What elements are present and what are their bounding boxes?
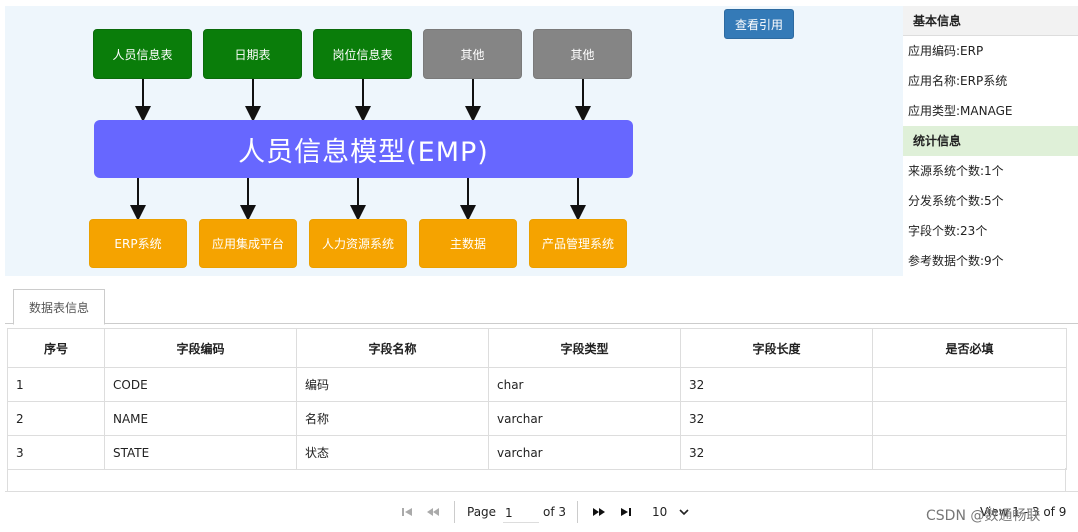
stat-refdata-count: 参考数据个数:9个 (908, 254, 1004, 268)
table-row[interactable]: 1 CODE 编码 char 32 (7, 367, 1067, 402)
table-cell: NAME (104, 401, 297, 436)
table-empty-area (7, 468, 1066, 492)
chevron-down-icon (679, 505, 689, 519)
column-header[interactable]: 字段长度 (680, 328, 873, 368)
table-cell: varchar (488, 435, 681, 470)
page-label: Page (467, 505, 497, 519)
pager: Page of 3 10 (5, 491, 1078, 532)
next-page-icon[interactable] (592, 505, 606, 519)
info-app-code: 应用编码:ERP (908, 44, 984, 58)
column-header[interactable]: 字段名称 (296, 328, 489, 368)
page-size-value: 10 (652, 505, 668, 519)
tab-bar: 数据表信息 (5, 284, 1078, 325)
table-cell: 32 (680, 401, 873, 436)
table-row[interactable]: 3 STATE 状态 varchar 32 (7, 435, 1067, 470)
column-header[interactable]: 字段类型 (488, 328, 681, 368)
table-cell (872, 435, 1067, 470)
table-cell: STATE (104, 435, 297, 470)
pager-divider (454, 501, 455, 523)
target-node-product[interactable]: 产品管理系统 (529, 219, 627, 268)
info-panel: 基本信息 应用编码:ERP 应用名称:ERP系统 应用类型:MANAGE 统计信… (903, 6, 1078, 282)
page-number-input[interactable] (503, 503, 539, 523)
table-cell: char (488, 367, 681, 402)
table-cell: 32 (680, 367, 873, 402)
stat-source-count: 来源系统个数:1个 (908, 164, 1004, 178)
column-header[interactable]: 序号 (7, 328, 105, 368)
first-page-icon[interactable] (400, 505, 414, 519)
info-app-name: 应用名称:ERP系统 (908, 74, 1008, 88)
source-node-date[interactable]: 日期表 (203, 29, 302, 79)
source-node-position[interactable]: 岗位信息表 (313, 29, 412, 79)
table-header-row: 序号 字段编码 字段名称 字段类型 字段长度 是否必填 (7, 328, 1067, 368)
info-app-type: 应用类型:MANAGE (908, 104, 1013, 118)
model-diagram: 人员信息表 日期表 岗位信息表 其他 其他 人员信息模型(EMP) ERP系统 … (5, 6, 903, 276)
prev-page-icon[interactable] (426, 505, 440, 519)
table-cell (872, 401, 1067, 436)
stats-info-header: 统计信息 (903, 126, 1078, 156)
page-size-select[interactable]: 10 (648, 501, 694, 523)
field-table: 序号 字段编码 字段名称 字段类型 字段长度 是否必填 1 CODE 编码 ch… (7, 328, 1067, 470)
table-cell: 32 (680, 435, 873, 470)
tab-table-info[interactable]: 数据表信息 (13, 289, 105, 325)
source-node-personnel[interactable]: 人员信息表 (93, 29, 192, 79)
table-cell: 名称 (296, 401, 489, 436)
table-row[interactable]: 2 NAME 名称 varchar 32 (7, 401, 1067, 436)
source-node-other-2[interactable]: 其他 (533, 29, 632, 79)
table-cell: 状态 (296, 435, 489, 470)
pager-divider (577, 501, 578, 523)
source-node-other-1[interactable]: 其他 (423, 29, 522, 79)
basic-info-header: 基本信息 (903, 6, 1078, 36)
center-model-node[interactable]: 人员信息模型(EMP) (94, 120, 633, 178)
column-header[interactable]: 是否必填 (872, 328, 1067, 368)
last-page-icon[interactable] (619, 505, 633, 519)
table-cell (872, 367, 1067, 402)
table-cell: 1 (7, 367, 105, 402)
stat-field-count: 字段个数:23个 (908, 224, 988, 238)
table-cell: 3 (7, 435, 105, 470)
target-node-integration[interactable]: 应用集成平台 (199, 219, 297, 268)
table-cell: CODE (104, 367, 297, 402)
target-node-erp[interactable]: ERP系统 (89, 219, 187, 268)
target-node-hr[interactable]: 人力资源系统 (309, 219, 407, 268)
view-reference-button[interactable]: 查看引用 (724, 9, 794, 39)
stat-dist-count: 分发系统个数:5个 (908, 194, 1004, 208)
page-count-label: of 3 (543, 505, 567, 519)
target-node-masterdata[interactable]: 主数据 (419, 219, 517, 268)
watermark: CSDN @数通畅联 (926, 508, 1041, 524)
table-cell: 编码 (296, 367, 489, 402)
table-cell: varchar (488, 401, 681, 436)
table-cell: 2 (7, 401, 105, 436)
column-header[interactable]: 字段编码 (104, 328, 297, 368)
